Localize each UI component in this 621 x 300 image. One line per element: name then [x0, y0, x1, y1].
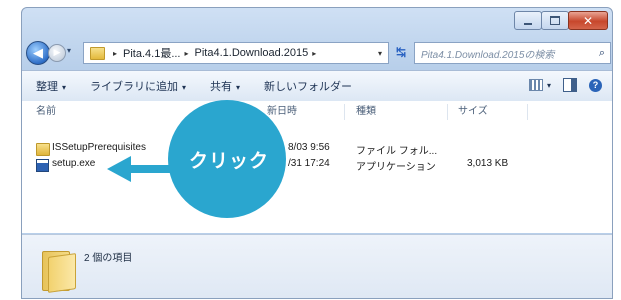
- breadcrumb-current[interactable]: Pita4.1.Download.2015: [195, 47, 309, 59]
- share-label: 共有: [210, 81, 233, 93]
- breadcrumb-separator[interactable]: ▸: [185, 49, 189, 58]
- folder-icon: [90, 46, 105, 60]
- address-dropdown[interactable]: ▾: [378, 49, 382, 58]
- new-folder-button[interactable]: 新しいフォルダー: [264, 78, 352, 94]
- search-placeholder: Pita4.1.Download.2015の検索: [421, 49, 555, 61]
- dropdown-arrow-icon: ▾: [62, 83, 67, 92]
- file-type: アプリケーション: [356, 162, 436, 173]
- details-pane: 2 個の項目: [22, 234, 612, 298]
- click-callout-badge: クリック: [168, 100, 286, 218]
- click-callout-label: クリック: [188, 149, 269, 172]
- search-box[interactable]: Pita4.1.Download.2015の検索 ⌕: [414, 42, 611, 64]
- file-row[interactable]: ISSetupPrerequisites 8/03 9:56 ファイル フォル.…: [22, 141, 612, 157]
- window-controls: ✕: [514, 11, 608, 30]
- minimize-button[interactable]: [514, 11, 542, 30]
- file-size: 3,013 KB: [467, 158, 509, 169]
- folder-icon: [36, 143, 50, 156]
- file-type: ファイル フォル...: [356, 146, 438, 157]
- dropdown-arrow-icon: ▾: [236, 83, 241, 92]
- command-bar: 整理 ▾ ライブラリに追加 ▾ 共有 ▾ 新しいフォルダー ▾ ?: [22, 70, 612, 102]
- breadcrumb-parent[interactable]: Pita.4.1最...: [123, 45, 180, 61]
- exe-icon: [36, 159, 49, 172]
- preview-pane-icon[interactable]: [563, 78, 577, 92]
- file-name: ISSetupPrerequisites: [52, 142, 146, 153]
- screenshot-stage: ✕ ◀ ▶ ▾ ▸ Pita.4.1最... ▸ Pita4.1.Downloa…: [0, 0, 621, 300]
- column-divider: [527, 104, 528, 120]
- help-icon[interactable]: ?: [589, 78, 602, 92]
- maximize-button[interactable]: [541, 11, 569, 30]
- forward-arrow-icon: ▶: [53, 48, 61, 58]
- back-button[interactable]: ◀: [26, 41, 50, 65]
- add-to-library-label: ライブラリに追加: [90, 81, 179, 93]
- view-options-icon[interactable]: [528, 79, 543, 91]
- column-header-size[interactable]: サイズ: [458, 101, 488, 123]
- organize-label: 整理: [36, 81, 58, 93]
- column-header-type[interactable]: 種類: [356, 101, 376, 123]
- maximize-icon: [550, 16, 560, 25]
- organize-menu[interactable]: 整理 ▾: [36, 78, 66, 94]
- column-header-name[interactable]: 名前: [36, 101, 56, 123]
- refresh-button[interactable]: ↹: [390, 42, 412, 62]
- explorer-window: ✕ ◀ ▶ ▾ ▸ Pita.4.1最... ▸ Pita4.1.Downloa…: [21, 7, 613, 299]
- column-divider: [447, 104, 448, 120]
- search-icon[interactable]: ⌕: [599, 47, 605, 60]
- recent-pages-dropdown[interactable]: ▾: [67, 46, 71, 55]
- minimize-icon: [524, 22, 532, 25]
- close-button[interactable]: ✕: [568, 11, 608, 30]
- back-arrow-icon: ◀: [33, 45, 43, 61]
- file-date: /31 17:24: [288, 158, 330, 169]
- breadcrumb-separator[interactable]: ▸: [312, 49, 316, 58]
- refresh-icon: ↹: [395, 45, 407, 59]
- view-dropdown-arrow-icon[interactable]: ▾: [547, 81, 551, 90]
- forward-button[interactable]: ▶: [48, 44, 66, 62]
- column-divider: [344, 104, 345, 120]
- folder-icon: [42, 245, 76, 293]
- view-controls: ▾ ?: [528, 78, 602, 92]
- file-name: setup.exe: [52, 158, 96, 169]
- dropdown-arrow-icon: ▾: [182, 83, 187, 92]
- item-count: 2 個の項目: [84, 253, 133, 264]
- add-to-library-menu[interactable]: ライブラリに追加 ▾: [90, 78, 186, 94]
- close-icon: ✕: [582, 13, 594, 28]
- file-date: 8/03 9:56: [288, 142, 330, 153]
- share-menu[interactable]: 共有 ▾: [210, 78, 240, 94]
- breadcrumb-separator[interactable]: ▸: [113, 49, 117, 58]
- annotation-arrow-icon: [107, 156, 131, 182]
- address-bar[interactable]: ▸ Pita.4.1最... ▸ Pita4.1.Download.2015 ▸…: [83, 42, 389, 64]
